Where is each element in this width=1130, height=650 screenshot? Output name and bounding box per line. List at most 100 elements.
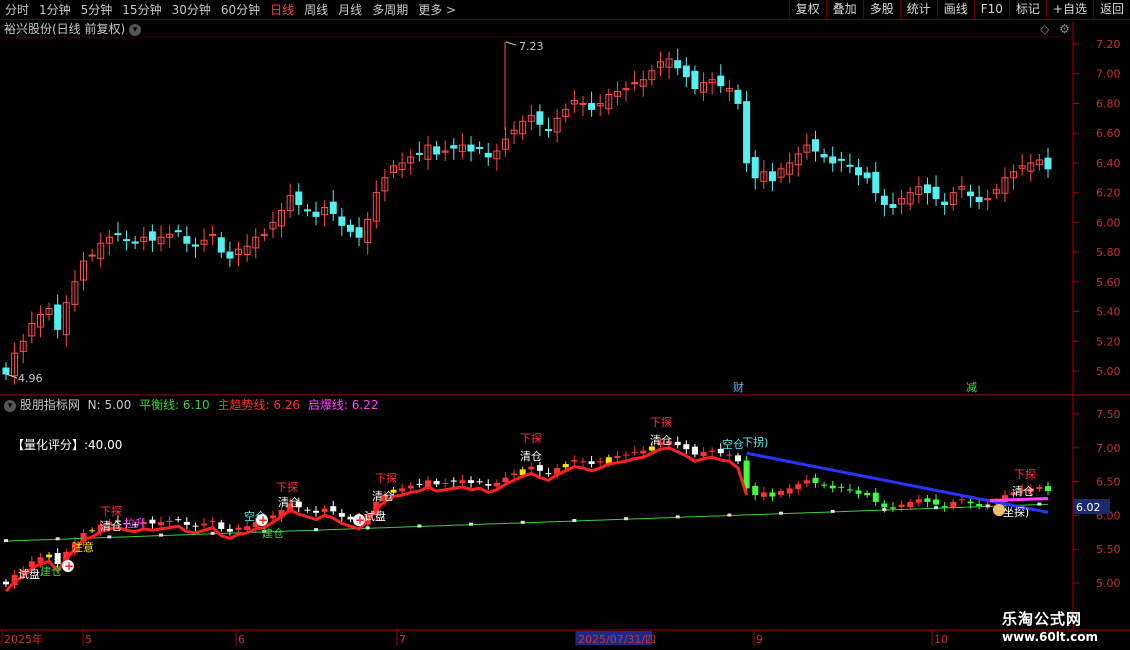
candle-body (148, 231, 156, 241)
signal-label-15: 下探 (650, 416, 672, 429)
period-tab-6[interactable]: 日线 (265, 0, 299, 20)
indicator-bar (597, 461, 604, 463)
signal-label-11: 清仓 (372, 489, 394, 503)
diamond-icon[interactable]: ◇ (1040, 22, 1049, 36)
candle-body (751, 157, 759, 179)
candle-body (588, 102, 596, 110)
indicator-bar (864, 492, 871, 496)
signal-label-4: 试盘 (18, 567, 40, 581)
tool-button-1[interactable]: 叠加 (825, 0, 863, 20)
period-tab-2[interactable]: 5分钟 (76, 0, 118, 20)
tool-button-8[interactable]: 返回 (1092, 0, 1130, 20)
y-tick-label: 6.50 (1096, 476, 1121, 489)
candle-body (88, 254, 96, 257)
candle-body (54, 304, 62, 330)
indicator-bar (545, 473, 552, 475)
y-tick-label: 7.00 (1096, 68, 1121, 81)
period-tab-5[interactable]: 60分钟 (216, 0, 265, 20)
period-tab-4[interactable]: 30分钟 (167, 0, 216, 20)
signal-label-13: 下探 (520, 432, 542, 445)
signal-label-9: 建仓 (262, 526, 284, 540)
balance-marker (520, 520, 525, 524)
indicator-bar (571, 459, 578, 462)
candle-body (846, 164, 854, 167)
y-tick-label: 5.20 (1096, 335, 1121, 348)
candle-body (312, 211, 320, 217)
tool-buttons: 复权 叠加 多股 统计 画线 F10 标记 +自选 返回 (788, 0, 1130, 20)
indicator-name[interactable]: 股朋指标网 (20, 398, 80, 412)
indicator-bar (821, 484, 828, 486)
candle-body (932, 186, 940, 200)
indicator-bar (183, 521, 190, 525)
trend-line-value: 主趋势线: 6.26 (217, 398, 301, 412)
candle-body (966, 191, 974, 197)
indicator-bar (218, 522, 225, 529)
indicator-bar (407, 485, 414, 489)
period-tab-10[interactable]: 更多 > (413, 0, 461, 20)
indicator-bar (89, 530, 96, 532)
balance-marker (830, 509, 835, 513)
main-title: 裕兴股份(日线 前复权) ▾ (4, 22, 142, 36)
candle-body (631, 82, 639, 85)
candle-body (433, 146, 441, 155)
tool-button-2[interactable]: 多股 (862, 0, 900, 20)
period-tab-1[interactable]: 1分钟 (34, 0, 76, 20)
candle-body (820, 154, 828, 158)
indicator-bar (803, 480, 810, 484)
indicator-bar (459, 480, 466, 484)
indicator-layer: 下探清仓 拉升注意试盘 建仓下探清仓空仓建仓下探清仓试盘下探清仓下探清仓 空仓下拐)下… (3, 416, 1051, 593)
indicator-bar (416, 484, 423, 486)
balance-line-value: 平衡线: 6.10 (139, 398, 210, 412)
stock-chart[interactable]: 5.00 5.20 5.40 5.60 5.80 6.00 6.20 6.40 6.60 6.80… (0, 0, 1130, 650)
face-icon (993, 504, 1005, 516)
indicator-bar (536, 465, 543, 471)
x-tick-label: 10 (934, 633, 948, 646)
candle-body (191, 244, 199, 247)
period-tab-0[interactable]: 分时 (0, 0, 34, 20)
period-tab-7[interactable]: 周线 (299, 0, 333, 20)
tool-button-3[interactable]: 统计 (899, 0, 937, 20)
indicator-bar (175, 519, 182, 521)
y-tick-label: 5.80 (1096, 246, 1121, 259)
signal-label-14: 清仓 (520, 449, 542, 463)
period-tab-3[interactable]: 15分钟 (117, 0, 166, 20)
plus-icon: + (258, 513, 268, 527)
signal-label-0: 下探 (100, 505, 122, 518)
indicator-bar (631, 451, 638, 453)
indicator-bar (493, 482, 500, 487)
chevron-down-icon[interactable]: ▾ (129, 23, 142, 36)
x-tick-label: 5 (85, 633, 92, 646)
settings-icon[interactable]: ⚙ (1059, 22, 1070, 36)
peak-label: 7.23 (519, 40, 544, 53)
tool-button-4[interactable]: 画线 (936, 0, 974, 20)
candle-body (303, 209, 311, 212)
indicator-bar (158, 522, 165, 526)
quant-score: 【量化评分】:40.00 (12, 438, 122, 452)
tool-button-6[interactable]: 标记 (1008, 0, 1046, 20)
tool-button-7[interactable]: +自选 (1045, 0, 1093, 20)
indicator-bar (889, 507, 896, 509)
y-axis-main: 5.00 5.20 5.40 5.60 5.80 6.00 6.20 6.40 6.60 6.80… (1073, 38, 1121, 378)
indicator-bar (623, 454, 630, 456)
period-tab-9[interactable]: 多周期 (367, 0, 413, 20)
balance-marker (314, 528, 319, 532)
indicator-bar (244, 526, 251, 531)
indicator-bar (269, 515, 276, 519)
balance-marker (985, 504, 990, 508)
tool-button-0[interactable]: 复权 (788, 0, 826, 20)
indicator-bar (226, 528, 233, 532)
indicator-bar (442, 482, 449, 484)
x-tick-label: 2025年 (4, 632, 43, 646)
indicator-bar (235, 527, 242, 531)
candle-body (941, 201, 949, 206)
candle-body (975, 196, 983, 203)
chevron-down-icon[interactable]: ▾ (4, 399, 16, 412)
trough-label: 4.96 (18, 372, 43, 385)
indicator-bar (399, 488, 406, 492)
candle-body (329, 201, 337, 214)
period-tab-8[interactable]: 月线 (333, 0, 367, 20)
main-header-icons: ◇ ⚙ (1040, 22, 1070, 36)
tool-button-5[interactable]: F10 (973, 0, 1009, 20)
event-mark-finance: 财 (733, 380, 744, 394)
indicator-bar (149, 519, 156, 524)
